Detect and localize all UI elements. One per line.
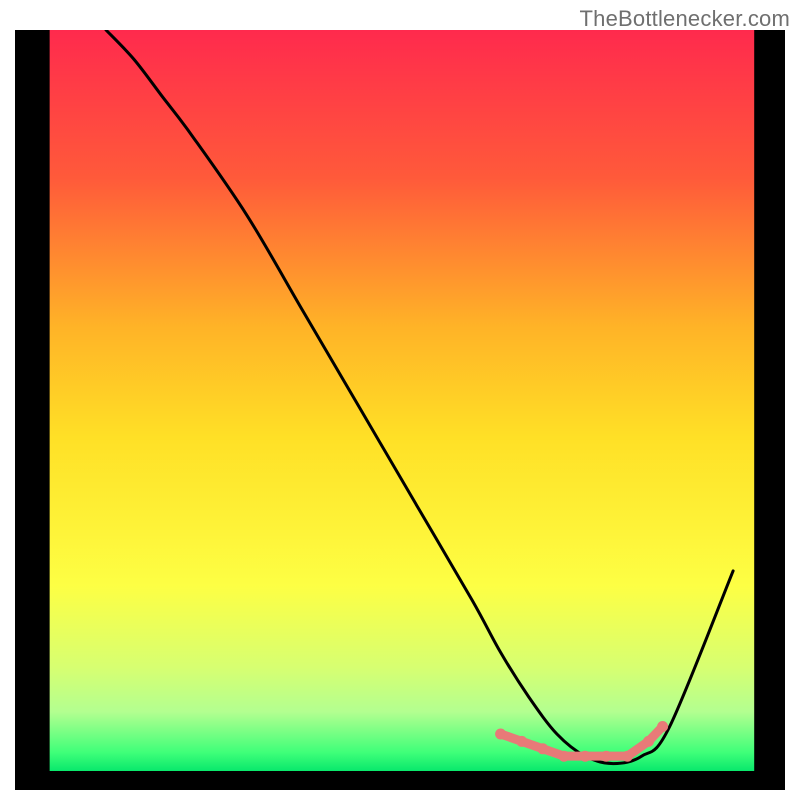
chart-svg — [15, 30, 785, 790]
highlight-dot — [580, 751, 591, 762]
highlight-dot — [622, 751, 633, 762]
chart-plot-area — [15, 30, 785, 790]
plot-gradient-rect — [50, 30, 755, 771]
highlight-dot — [559, 751, 570, 762]
highlight-dot — [537, 743, 548, 754]
highlight-dot — [643, 736, 654, 747]
highlight-dot — [495, 729, 506, 740]
highlight-dot — [516, 736, 527, 747]
highlight-dot — [601, 751, 612, 762]
highlight-dot — [657, 721, 668, 732]
watermark-text: TheBottlenecker.com — [580, 6, 790, 32]
